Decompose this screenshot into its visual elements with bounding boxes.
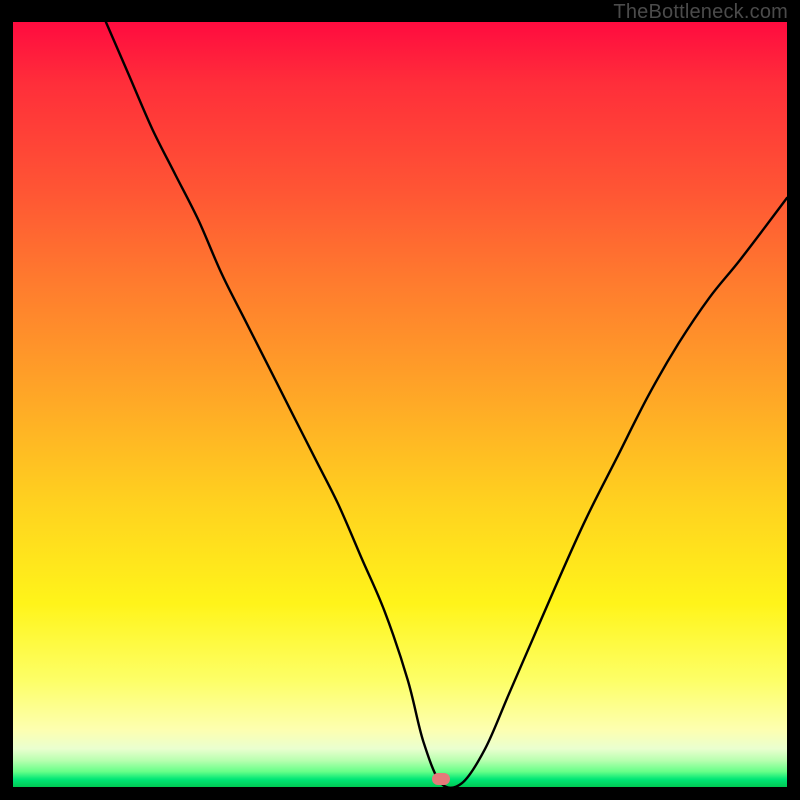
plot-area — [13, 22, 787, 787]
optimum-marker — [432, 773, 450, 785]
watermark-text: TheBottleneck.com — [613, 1, 788, 24]
bottleneck-curve — [13, 22, 787, 787]
chart-stage: TheBottleneck.com — [0, 0, 800, 800]
